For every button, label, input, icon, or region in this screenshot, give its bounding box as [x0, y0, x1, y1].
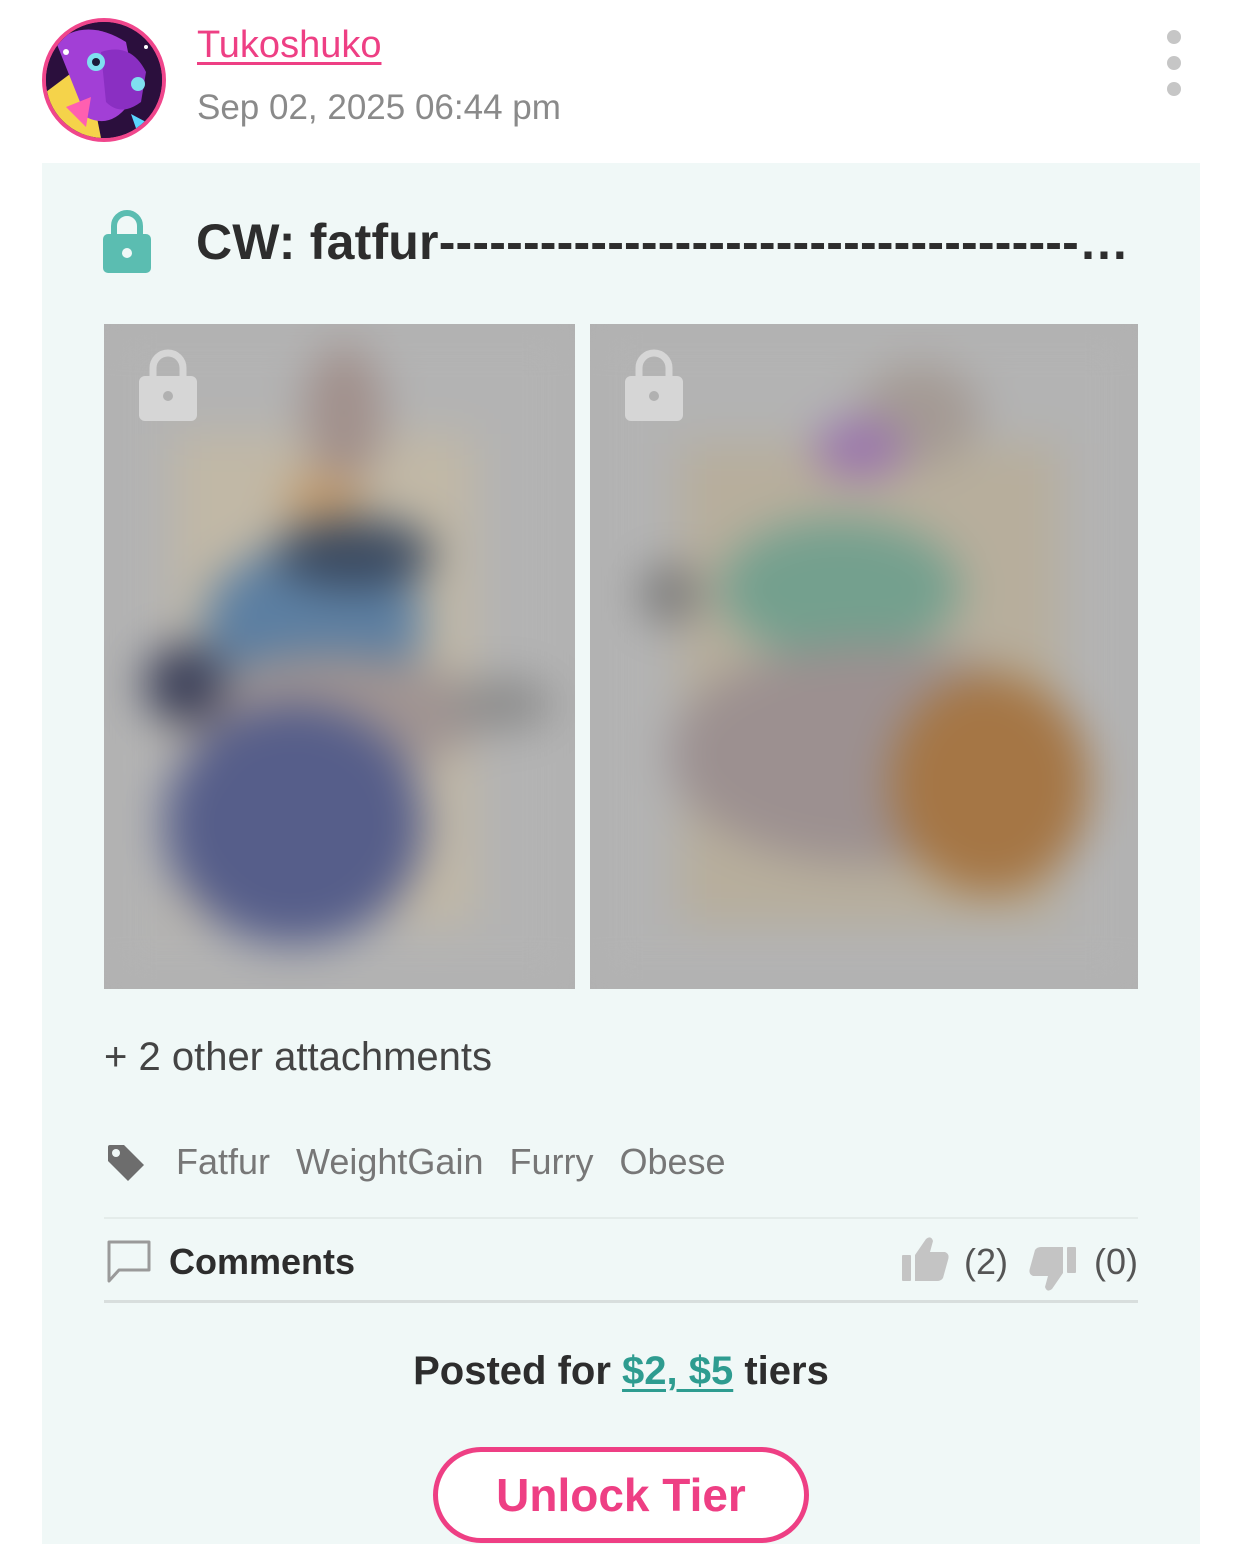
- avatar[interactable]: [42, 18, 166, 142]
- tiers-link[interactable]: $2, $5: [622, 1349, 733, 1393]
- post-timestamp: Sep 02, 2025 06:44 pm: [197, 88, 561, 127]
- tier-info: Posted for $2, $5 tiers: [42, 1349, 1200, 1394]
- author-name-link[interactable]: Tukoshuko: [197, 24, 381, 67]
- tag-list: Fatfur WeightGain Furry Obese: [176, 1141, 726, 1183]
- post-title[interactable]: CW: fatfur------------------------------…: [196, 213, 1136, 271]
- comment-icon[interactable]: [106, 1239, 152, 1285]
- divider: [104, 1217, 1138, 1219]
- tag-fatfur[interactable]: Fatfur: [176, 1141, 270, 1183]
- tag-obese[interactable]: Obese: [619, 1141, 725, 1183]
- unlock-tier-button[interactable]: Unlock Tier: [433, 1447, 809, 1543]
- thumbs-up-icon[interactable]: [900, 1235, 950, 1283]
- blurred-image: [104, 324, 575, 989]
- lock-icon: [139, 349, 197, 421]
- tag-icon: [108, 1145, 144, 1181]
- attachment-thumbnail-2[interactable]: [590, 324, 1138, 989]
- tag-furry[interactable]: Furry: [509, 1141, 593, 1183]
- tag-weightgain[interactable]: WeightGain: [296, 1141, 483, 1183]
- blurred-image: [590, 324, 1138, 989]
- more-options-icon[interactable]: [1157, 30, 1191, 96]
- tier-info-suffix: tiers: [733, 1349, 829, 1393]
- divider: [104, 1300, 1138, 1303]
- lock-icon: [625, 349, 683, 421]
- like-count: (2): [964, 1241, 1008, 1282]
- tier-info-prefix: Posted for: [413, 1349, 623, 1393]
- thumbs-down-icon[interactable]: [1028, 1245, 1078, 1293]
- avatar-image: [46, 22, 162, 138]
- comments-link[interactable]: Comments: [169, 1241, 355, 1283]
- attachment-thumbnail-1[interactable]: [104, 324, 575, 989]
- post-card: CW: fatfur------------------------------…: [42, 163, 1200, 1544]
- lock-icon: [103, 210, 151, 273]
- dislike-count: (0): [1094, 1241, 1138, 1282]
- other-attachments-count: + 2 other attachments: [104, 1035, 493, 1079]
